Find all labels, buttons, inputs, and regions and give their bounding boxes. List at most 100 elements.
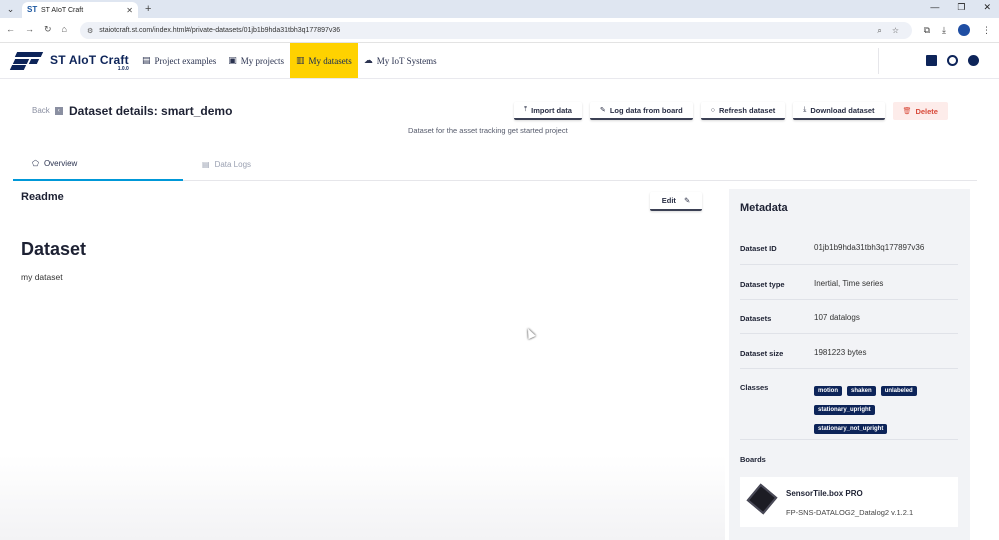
- tab-overview[interactable]: ⬠ Overview: [13, 148, 183, 181]
- class-tag: shaken: [847, 386, 876, 396]
- restore-button[interactable]: ❐: [957, 2, 965, 13]
- list-icon: ▤: [142, 55, 151, 66]
- metadata-key: Dataset type: [740, 280, 785, 289]
- readme-title: Readme: [21, 191, 64, 203]
- browser-tab[interactable]: ST ST AIoT Craft ✕: [22, 2, 138, 18]
- nav-label: My projects: [240, 55, 285, 66]
- metadata-value: 1981223 bytes: [814, 348, 867, 357]
- refresh-dataset-button[interactable]: ○ Refresh dataset: [700, 102, 786, 120]
- main-nav: ▤ Project examples ▣ My projects ▥ My da…: [136, 43, 443, 78]
- metadata-value: 107 datalogs: [814, 313, 860, 322]
- app-header: ST AIoT Craft 1.0.0 ▤ Project examples ▣…: [0, 43, 999, 79]
- browser-menu-icon[interactable]: ⋮: [982, 25, 991, 36]
- metadata-panel: Metadata Dataset ID 01jb1b9hda31tbh3q177…: [729, 189, 970, 540]
- app-version: 1.0.0: [117, 66, 129, 72]
- metadata-key: Datasets: [740, 314, 772, 323]
- refresh-icon: ○: [710, 106, 715, 114]
- tag-icon: ⬠: [32, 159, 39, 168]
- tab-label: Overview: [43, 159, 78, 168]
- download-icon: ⤓: [803, 106, 807, 113]
- folder-icon: ▣: [228, 55, 237, 66]
- class-tag: stationary_not_upright: [814, 424, 888, 434]
- nav-label: My datasets: [308, 55, 352, 66]
- metadata-key: Classes: [740, 383, 769, 392]
- tab-label: Data Logs: [214, 160, 252, 169]
- bookmark-star-icon[interactable]: ☆: [892, 26, 899, 36]
- reload-icon[interactable]: ↻: [44, 24, 52, 35]
- metadata-row-id: Dataset ID 01jb1b9hda31tbh3q177897v36: [740, 237, 958, 265]
- nav-label: Project examples: [154, 55, 217, 66]
- header-divider: [878, 48, 879, 74]
- st-logo[interactable]: ST AIoT Craft 1.0.0: [9, 50, 129, 72]
- home-icon[interactable]: ⌂: [62, 24, 67, 35]
- cloud-icon: ☁: [363, 55, 373, 66]
- app-name: ST AIoT Craft: [50, 53, 129, 67]
- window-controls: — ❐ ✕: [930, 2, 991, 13]
- button-label: Log data from board: [609, 105, 683, 115]
- button-label: Delete: [915, 106, 938, 116]
- tab-data-logs[interactable]: ▤ Data Logs: [202, 148, 251, 181]
- button-label: Refresh dataset: [718, 105, 776, 115]
- classes-tags: motion shaken unlabeled stationary_upright…: [814, 380, 954, 437]
- new-tab-button[interactable]: +: [145, 3, 151, 15]
- readme-text: my dataset: [21, 272, 63, 282]
- nav-my-datasets[interactable]: ▥ My datasets: [290, 43, 358, 78]
- back-link[interactable]: Back ‹: [32, 106, 63, 115]
- class-tag: motion: [814, 386, 842, 396]
- button-label: Download dataset: [810, 105, 875, 115]
- edit-readme-button[interactable]: Edit ✎: [650, 192, 702, 211]
- back-chevron-icon: ‹: [54, 106, 63, 115]
- delete-button[interactable]: 🗑 Delete: [892, 102, 948, 120]
- metadata-row-size: Dataset size 1981223 bytes: [740, 334, 958, 369]
- board-firmware: FP-SNS-DATALOG2_Datalog2 v.1.2.1: [786, 508, 914, 517]
- zoom-icon[interactable]: ⌕: [877, 26, 881, 36]
- close-window-button[interactable]: ✕: [983, 2, 991, 13]
- upload-icon: ⤒: [524, 106, 528, 113]
- dashboard-gauge-icon[interactable]: [947, 55, 958, 66]
- readme-heading: Dataset: [21, 239, 87, 259]
- back-arrow-icon[interactable]: ←: [6, 24, 15, 35]
- metadata-row-type: Dataset type Inertial, Time series: [740, 265, 958, 300]
- download-icon[interactable]: ⤓: [942, 25, 946, 36]
- st-logo-mark-icon: [9, 50, 44, 70]
- browser-toolbar: ← → ↻ ⌂ ⚙ staiotcraft.st.com/index.html#…: [0, 18, 999, 43]
- board-chip-icon: [746, 483, 778, 515]
- tab-close-icon[interactable]: ✕: [126, 6, 133, 15]
- user-account-icon[interactable]: [968, 55, 979, 66]
- plug-icon: ✎: [599, 107, 606, 114]
- nav-project-examples[interactable]: ▤ Project examples: [136, 43, 222, 78]
- file-icon: ▤: [202, 160, 210, 169]
- minimize-button[interactable]: —: [930, 2, 939, 13]
- page-tabs: ⬠ Overview ▤ Data Logs: [13, 148, 977, 181]
- class-tag: unlabeled: [880, 386, 917, 396]
- mouse-cursor-icon: [524, 326, 536, 340]
- metadata-title: Metadata: [740, 202, 788, 214]
- nav-my-projects[interactable]: ▣ My projects: [222, 43, 290, 78]
- board-name: SensorTile.box PRO: [786, 489, 863, 498]
- dataset-actions-toolbar: ⤒ Import data ✎ Log data from board ○ Re…: [514, 102, 948, 120]
- metadata-row-count: Datasets 107 datalogs: [740, 300, 958, 334]
- url-text: staiotcraft.st.com/index.html#/private-d…: [99, 27, 341, 34]
- metadata-value: 01jb1b9hda31tbh3q177897v36: [814, 243, 925, 252]
- documentation-icon[interactable]: [926, 55, 937, 66]
- tab-list-chevron-icon[interactable]: ⌄: [4, 3, 17, 16]
- class-tag: stationary_upright: [814, 405, 875, 415]
- address-bar[interactable]: ⚙ staiotcraft.st.com/index.html#/private…: [80, 22, 912, 39]
- profile-avatar-icon[interactable]: [958, 24, 970, 36]
- metadata-value: Inertial, Time series: [814, 279, 884, 288]
- back-label: Back: [32, 106, 50, 115]
- log-data-button[interactable]: ✎ Log data from board: [589, 102, 693, 120]
- extensions-icon[interactable]: ⧉: [924, 25, 930, 36]
- nav-my-iot-systems[interactable]: ☁ My IoT Systems: [358, 43, 443, 78]
- st-favicon-icon: ST: [27, 5, 38, 14]
- bottom-fade: [0, 455, 725, 540]
- metadata-key: Dataset size: [740, 349, 784, 358]
- forward-arrow-icon[interactable]: →: [25, 24, 34, 35]
- download-dataset-button[interactable]: ⤓ Download dataset: [793, 102, 885, 120]
- import-data-button[interactable]: ⤒ Import data: [514, 102, 582, 120]
- metadata-row-classes: Classes motion shaken unlabeled stationary…: [740, 369, 958, 440]
- nav-label: My IoT Systems: [376, 55, 437, 66]
- site-info-icon[interactable]: ⚙: [87, 27, 93, 35]
- button-label: Edit: [661, 196, 676, 205]
- trash-icon: 🗑: [902, 108, 912, 115]
